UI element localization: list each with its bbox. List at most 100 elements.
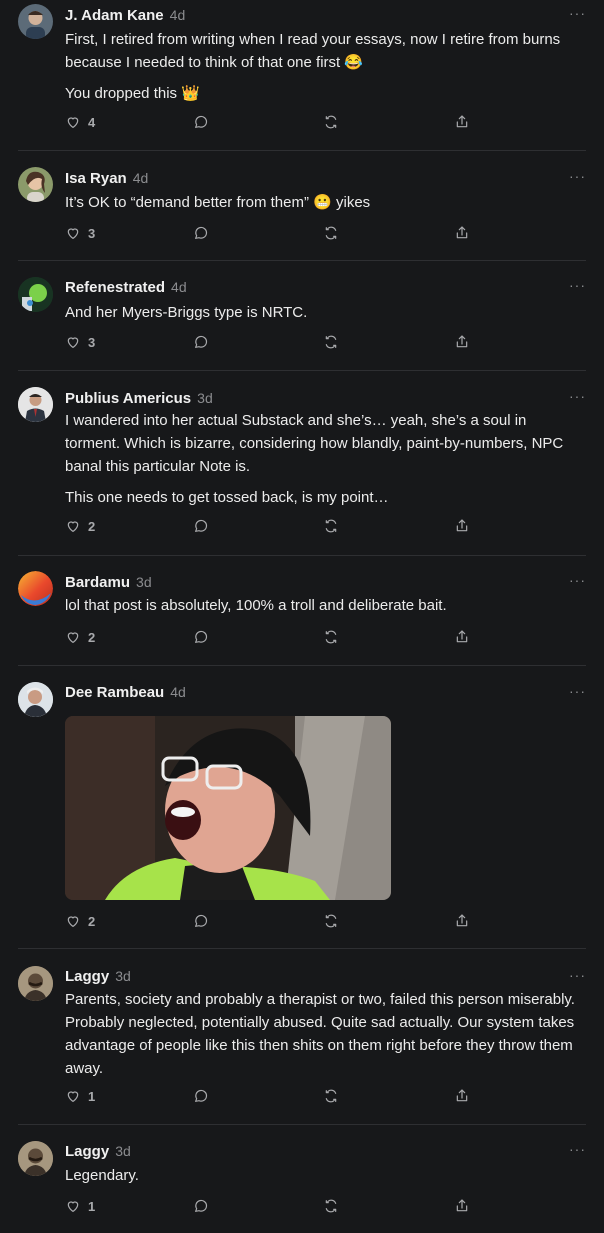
author-name[interactable]: Isa Ryan bbox=[65, 170, 127, 187]
like-button[interactable]: 2 bbox=[65, 516, 95, 536]
reply-button[interactable] bbox=[193, 332, 209, 352]
more-options-icon[interactable]: ··· bbox=[569, 168, 586, 184]
like-count: 1 bbox=[88, 1088, 96, 1104]
comment-bubble-icon bbox=[195, 914, 208, 927]
share-icon bbox=[456, 519, 468, 532]
comment-paragraph: You dropped this 👑 bbox=[65, 85, 200, 102]
share-button[interactable] bbox=[454, 911, 470, 931]
share-button[interactable] bbox=[454, 1196, 470, 1216]
comment-header: Laggy 3d bbox=[65, 968, 131, 985]
like-button[interactable]: 3 bbox=[65, 223, 95, 243]
author-name[interactable]: Refenestrated bbox=[65, 279, 165, 296]
restack-button[interactable] bbox=[323, 112, 339, 132]
comment-actions: 4 bbox=[65, 112, 586, 132]
share-button[interactable] bbox=[454, 1086, 470, 1106]
comment-actions: 2 bbox=[65, 627, 586, 647]
reply-button[interactable] bbox=[193, 223, 209, 243]
timestamp[interactable]: 4d bbox=[170, 684, 186, 700]
reply-button[interactable] bbox=[193, 627, 209, 647]
comment-body: First, I retired from writing when I rea… bbox=[65, 28, 576, 113]
comment-bubble-icon bbox=[195, 519, 208, 532]
avatar[interactable] bbox=[18, 571, 53, 606]
like-count: 2 bbox=[88, 629, 96, 645]
like-button[interactable]: 3 bbox=[65, 332, 95, 352]
share-button[interactable] bbox=[454, 516, 470, 536]
avatar[interactable] bbox=[18, 1141, 53, 1176]
reply-button[interactable] bbox=[193, 1196, 209, 1216]
attached-image[interactable] bbox=[65, 716, 391, 900]
like-button[interactable]: 4 bbox=[65, 112, 95, 132]
share-icon bbox=[456, 630, 468, 643]
author-name[interactable]: Publius Americus bbox=[65, 390, 191, 407]
restack-button[interactable] bbox=[323, 1196, 339, 1216]
comment-body: Parents, society and probably a therapis… bbox=[65, 988, 576, 1088]
timestamp[interactable]: 4d bbox=[171, 279, 187, 295]
comment-actions: 1 bbox=[65, 1086, 586, 1106]
author-name[interactable]: Dee Rambeau bbox=[65, 684, 164, 701]
reply-button[interactable] bbox=[193, 112, 209, 132]
timestamp[interactable]: 3d bbox=[115, 1143, 131, 1159]
heart-icon bbox=[67, 1201, 79, 1212]
comment-body: I wandered into her actual Substack and … bbox=[65, 409, 576, 517]
comment-item: J. Adam Kane 4d ··· First, I retired from… bbox=[18, 0, 586, 151]
restack-icon bbox=[325, 115, 337, 129]
avatar[interactable] bbox=[18, 167, 53, 202]
restack-button[interactable] bbox=[323, 223, 339, 243]
comment-bubble-icon bbox=[195, 1089, 208, 1102]
comment-header: Dee Rambeau 4d bbox=[65, 684, 186, 701]
comment-bubble-icon bbox=[195, 226, 208, 239]
avatar[interactable] bbox=[18, 277, 53, 312]
share-button[interactable] bbox=[454, 223, 470, 243]
like-button[interactable]: 1 bbox=[65, 1196, 95, 1216]
restack-button[interactable] bbox=[323, 332, 339, 352]
comment-bubble-icon bbox=[195, 335, 208, 348]
restack-button[interactable] bbox=[323, 911, 339, 931]
author-name[interactable]: J. Adam Kane bbox=[65, 7, 164, 24]
share-button[interactable] bbox=[454, 332, 470, 352]
like-button[interactable]: 1 bbox=[65, 1086, 95, 1106]
like-count: 1 bbox=[88, 1198, 96, 1214]
share-button[interactable] bbox=[454, 627, 470, 647]
timestamp[interactable]: 3d bbox=[197, 390, 213, 406]
share-button[interactable] bbox=[454, 112, 470, 132]
more-options-icon[interactable]: ··· bbox=[569, 1141, 586, 1157]
like-button[interactable]: 2 bbox=[65, 911, 95, 931]
restack-button[interactable] bbox=[323, 516, 339, 536]
timestamp[interactable]: 3d bbox=[115, 968, 131, 984]
timestamp[interactable]: 4d bbox=[133, 170, 149, 186]
avatar[interactable] bbox=[18, 387, 53, 422]
more-options-icon[interactable]: ··· bbox=[569, 967, 586, 983]
comment-paragraph: I wandered into her actual Substack and … bbox=[65, 412, 564, 475]
restack-icon bbox=[325, 914, 337, 928]
comment-actions: 3 bbox=[65, 223, 586, 243]
more-options-icon[interactable]: ··· bbox=[569, 572, 586, 588]
share-icon bbox=[456, 335, 468, 348]
reply-button[interactable] bbox=[193, 516, 209, 536]
comment-actions: 1 bbox=[65, 1196, 586, 1216]
timestamp[interactable]: 3d bbox=[136, 574, 152, 590]
share-icon bbox=[456, 226, 468, 239]
reply-button[interactable] bbox=[193, 911, 209, 931]
comment-bubble-icon bbox=[195, 115, 208, 128]
like-button[interactable]: 2 bbox=[65, 627, 95, 647]
restack-button[interactable] bbox=[323, 1086, 339, 1106]
comment-paragraph: This one needs to get tossed back, is my… bbox=[65, 489, 389, 506]
more-options-icon[interactable]: ··· bbox=[569, 683, 586, 699]
avatar[interactable] bbox=[18, 682, 53, 717]
reply-button[interactable] bbox=[193, 1086, 209, 1106]
restack-button[interactable] bbox=[323, 627, 339, 647]
comment-body: It’s OK to “demand better from them” 😬 y… bbox=[65, 191, 576, 222]
more-options-icon[interactable]: ··· bbox=[569, 388, 586, 404]
author-name[interactable]: Bardamu bbox=[65, 574, 130, 591]
more-options-icon[interactable]: ··· bbox=[569, 277, 586, 293]
comment-header: Publius Americus 3d bbox=[65, 390, 213, 407]
timestamp[interactable]: 4d bbox=[170, 7, 186, 23]
comment-header: Refenestrated 4d bbox=[65, 279, 187, 296]
avatar[interactable] bbox=[18, 966, 53, 1001]
share-icon bbox=[456, 1199, 468, 1212]
author-name[interactable]: Laggy bbox=[65, 1143, 109, 1160]
like-count: 3 bbox=[88, 334, 96, 350]
avatar[interactable] bbox=[18, 4, 53, 39]
author-name[interactable]: Laggy bbox=[65, 968, 109, 985]
more-options-icon[interactable]: ··· bbox=[569, 5, 586, 21]
